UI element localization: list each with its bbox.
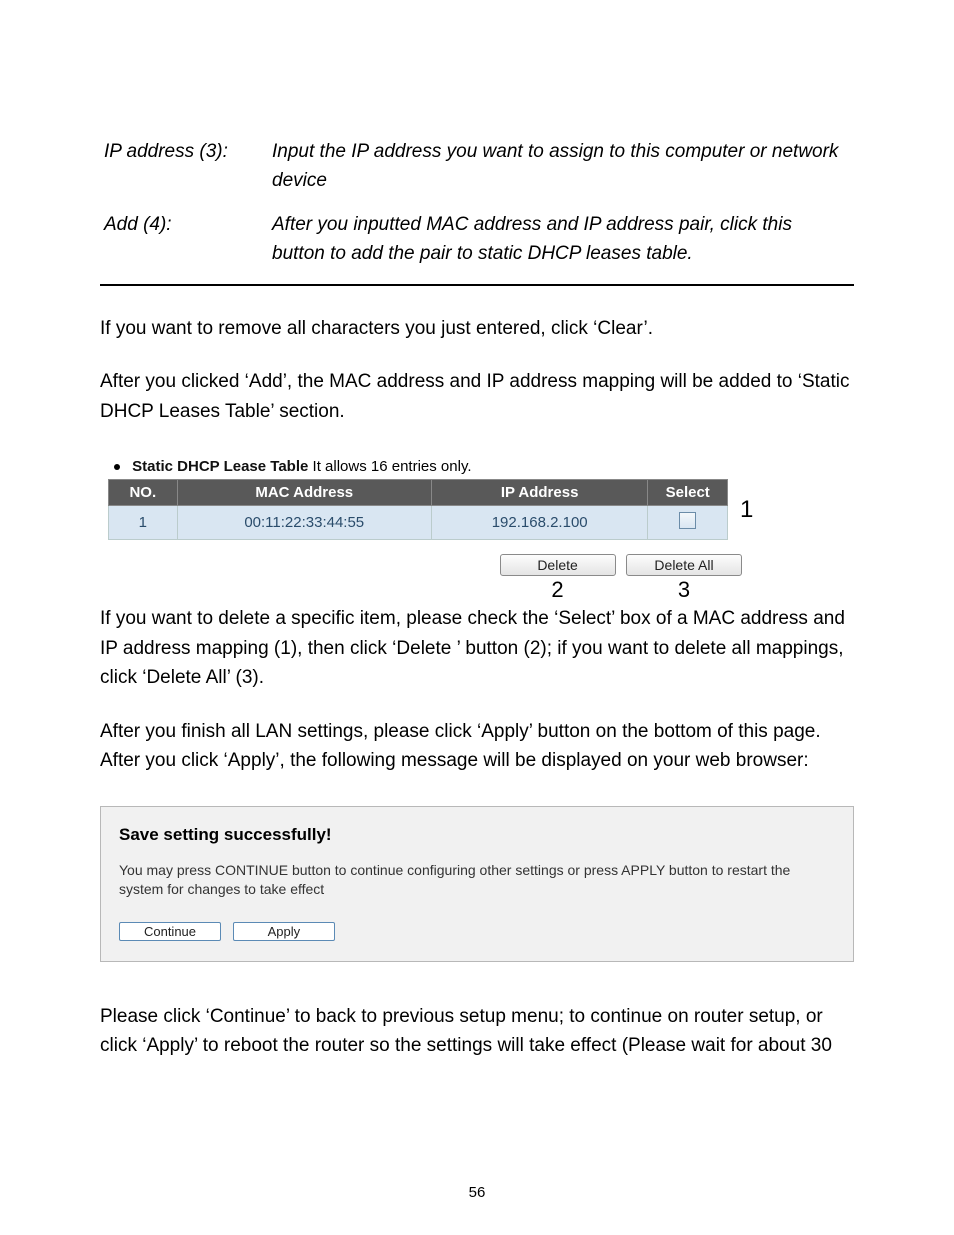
def-desc: Input the IP address you want to assign … xyxy=(268,130,854,203)
lease-table-title: Static DHCP Lease Table It allows 16 ent… xyxy=(112,458,846,475)
continue-button[interactable]: Continue xyxy=(119,922,221,941)
cell-no: 1 xyxy=(109,506,178,540)
delete-all-button-label: Delete All xyxy=(654,557,713,573)
cell-ip: 192.168.2.100 xyxy=(431,506,648,540)
paragraph: After you finish all LAN settings, pleas… xyxy=(100,717,854,776)
paragraph: If you want to delete a specific item, p… xyxy=(100,604,854,692)
callout-marker-1: 1 xyxy=(740,496,753,524)
select-checkbox[interactable] xyxy=(679,512,696,529)
paragraph: Please click ‘Continue’ to back to previ… xyxy=(100,1002,854,1061)
callout-marker-3: 3 xyxy=(678,577,690,603)
cell-select xyxy=(648,506,728,540)
th-no: NO. xyxy=(109,480,178,506)
cell-mac: 00:11:22:33:44:55 xyxy=(177,506,431,540)
save-success-message: You may press CONTINUE button to continu… xyxy=(119,861,835,900)
save-success-box: Save setting successfully! You may press… xyxy=(100,806,854,962)
definitions-table: IP address (3): Input the IP address you… xyxy=(100,130,854,276)
paragraph: If you want to remove all characters you… xyxy=(100,314,854,343)
page-number: 56 xyxy=(0,1184,954,1201)
th-ip: IP Address xyxy=(431,480,648,506)
apply-button[interactable]: Apply xyxy=(233,922,335,941)
def-desc: After you inputted MAC address and IP ad… xyxy=(268,203,854,276)
callout-marker-2: 2 xyxy=(551,577,563,603)
table-row: 1 00:11:22:33:44:55 192.168.2.100 xyxy=(109,506,728,540)
delete-all-button[interactable]: Delete All 3 xyxy=(626,554,742,576)
paragraph: After you clicked ‘Add’, the MAC address… xyxy=(100,367,854,426)
delete-button[interactable]: Delete 2 xyxy=(500,554,616,576)
def-term: Add (4): xyxy=(100,203,268,276)
th-mac: MAC Address xyxy=(177,480,431,506)
save-success-header: Save setting successfully! xyxy=(119,825,835,845)
bullet-icon xyxy=(114,464,120,470)
th-select: Select xyxy=(648,480,728,506)
static-dhcp-lease-table: NO. MAC Address IP Address Select 1 00:1… xyxy=(108,479,728,540)
lease-table-figure: Static DHCP Lease Table It allows 16 ent… xyxy=(100,458,854,576)
def-term: IP address (3): xyxy=(100,130,268,203)
delete-button-label: Delete xyxy=(537,557,577,573)
divider xyxy=(100,284,854,286)
lease-title-bold: Static DHCP Lease Table xyxy=(132,458,308,475)
lease-title-rest: It allows 16 entries only. xyxy=(308,458,471,475)
